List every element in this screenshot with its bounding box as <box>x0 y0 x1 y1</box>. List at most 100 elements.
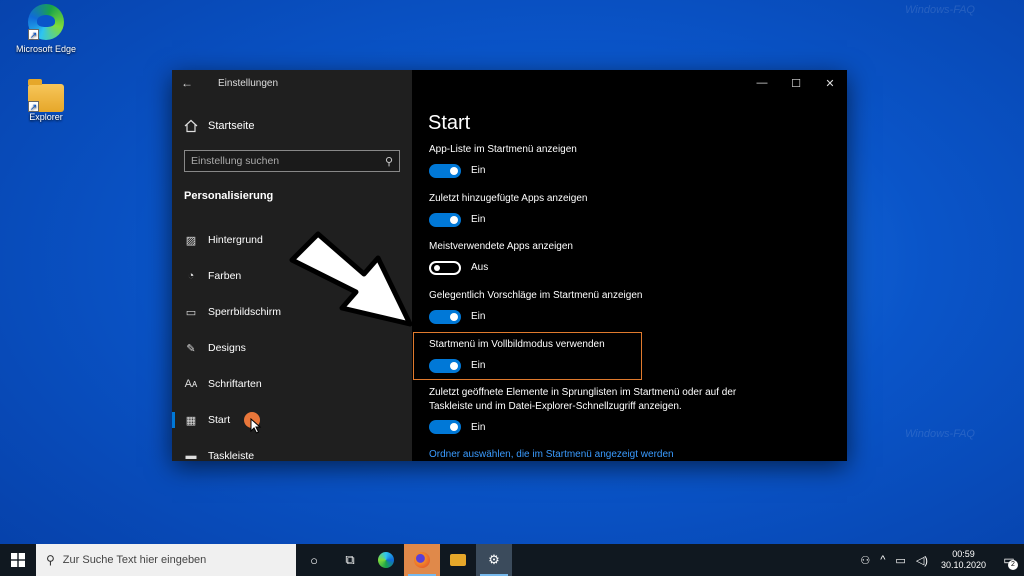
taskbar-search-placeholder: Zur Suche Text hier eingeben <box>62 554 207 566</box>
desktop-icon-label: Explorer <box>29 112 63 122</box>
browser-icon <box>414 552 430 568</box>
chevron-up-icon[interactable]: ^ <box>875 554 890 566</box>
sidebar-item-taskleiste[interactable]: ▬ Taskleiste <box>172 438 412 461</box>
taskbar-icon: ▬ <box>185 450 197 461</box>
taskbar-settings-button[interactable]: ⚙ <box>476 544 512 576</box>
cortana-circle-icon: ○ <box>310 552 318 568</box>
gear-icon: ⚙ <box>488 552 500 567</box>
volume-icon[interactable]: ◁) <box>911 554 933 567</box>
toggle-state: Aus <box>471 262 489 273</box>
system-tray: ⚇ ^ ▭ ◁) 00:59 30.10.2020 ▭ 2 <box>855 544 1024 576</box>
setting-label: Gelegentlich Vorschläge im Startmenü anz… <box>429 290 643 301</box>
task-view-icon: ⧉ <box>345 552 355 567</box>
start-icon: ▦ <box>185 414 197 427</box>
image-icon: ▨ <box>185 234 197 247</box>
toggle-switch[interactable] <box>429 309 461 324</box>
sidebar-item-label: Schriftarten <box>208 378 262 390</box>
minimize-button[interactable]: — <box>745 70 779 96</box>
taskbar-firefox-button[interactable] <box>404 544 440 576</box>
taskbar-edge-button[interactable] <box>368 544 404 576</box>
clock-time: 00:59 <box>952 548 975 559</box>
task-view-button[interactable]: ⧉ <box>332 544 368 576</box>
sidebar-item-schriftarten[interactable]: Aᴀ Schriftarten <box>172 366 412 402</box>
window-title: Einstellungen <box>218 77 279 89</box>
setting-app-list: App-Liste im Startmenü anzeigen Ein <box>429 143 829 178</box>
edge-icon <box>378 552 394 568</box>
people-icon[interactable]: ⚇ <box>855 554 875 567</box>
sidebar-item-label: Start <box>208 414 231 426</box>
cortana-button[interactable]: ○ <box>296 544 332 576</box>
home-label: Startseite <box>208 120 255 132</box>
setting-label: Meistverwendete Apps anzeigen <box>429 241 573 252</box>
shortcut-arrow-icon: ↗ <box>28 29 39 40</box>
toggle-switch[interactable] <box>429 163 461 178</box>
desktop-icon-explorer[interactable]: ↗ Explorer <box>6 79 86 122</box>
clock[interactable]: 00:59 30.10.2020 <box>933 549 994 572</box>
setting-label: Zuletzt geöffnete Elemente in Sprunglist… <box>429 387 737 412</box>
pointer-arrow-icon <box>289 231 413 327</box>
watermark-text: Windows-FAQ <box>905 428 975 440</box>
sidebar-item-designs[interactable]: ✎ Designs <box>172 330 412 366</box>
setting-most-used-apps: Meistverwendete Apps anzeigen Aus <box>429 240 829 275</box>
maximize-button[interactable]: ☐ <box>779 70 813 96</box>
toggle-state: Ein <box>471 165 486 176</box>
search-icon: ⚲ <box>46 553 55 567</box>
watermark-text: Windows-FAQ <box>905 4 975 16</box>
settings-search-input[interactable]: Einstellung suchen ⚲ <box>184 150 400 172</box>
font-icon: Aᴀ <box>184 378 198 390</box>
window-controls: — ☐ ✕ <box>745 70 847 96</box>
back-arrow-icon[interactable]: ← <box>172 76 202 90</box>
folder-icon: ↗ <box>28 79 64 112</box>
sidebar-item-label: Farben <box>208 270 242 282</box>
setting-jump-lists: Zuletzt geöffnete Elemente in Sprunglist… <box>429 386 769 434</box>
sidebar-item-label: Taskleiste <box>208 450 255 461</box>
toggle-switch[interactable] <box>429 420 461 434</box>
search-icon: ⚲ <box>384 155 393 168</box>
clock-date: 30.10.2020 <box>940 560 986 570</box>
setting-label: App-Liste im Startmenü anzeigen <box>429 144 577 155</box>
notification-badge: 2 <box>1008 560 1018 570</box>
setting-fullscreen-start: Startmenü im Vollbildmodus verwenden Ein <box>429 338 829 373</box>
network-icon[interactable]: ▭ <box>890 554 910 567</box>
sidebar-item-home[interactable]: Startseite <box>172 112 412 140</box>
section-title: Personalisierung <box>184 190 274 202</box>
toggle-switch[interactable] <box>429 358 461 373</box>
palette-icon: ◔ <box>187 270 195 282</box>
sidebar-item-label: Designs <box>208 342 246 354</box>
toggle-switch[interactable] <box>429 260 461 275</box>
sidebar-item-start[interactable]: ▦ Start <box>172 402 412 438</box>
taskbar-search-input[interactable]: ⚲ Zur Suche Text hier eingeben <box>36 544 296 576</box>
settings-content: — ☐ ✕ Start App-Liste im Startmenü anzei… <box>412 70 847 461</box>
toggle-state: Ein <box>471 421 486 433</box>
setting-label: Startmenü im Vollbildmodus verwenden <box>429 339 605 350</box>
setting-recent-apps: Zuletzt hinzugefügte Apps anzeigen Ein <box>429 192 829 227</box>
choose-folders-link[interactable]: Ordner auswählen, die im Startmenü angez… <box>429 449 674 460</box>
edge-icon: ↗ <box>28 4 64 40</box>
mouse-cursor-icon <box>250 418 262 434</box>
taskbar-explorer-button[interactable] <box>440 544 476 576</box>
folder-icon <box>450 554 466 566</box>
toggle-state: Ein <box>471 311 486 322</box>
setting-suggestions: Gelegentlich Vorschläge im Startmenü anz… <box>429 289 829 324</box>
windows-logo-icon <box>11 553 25 567</box>
desktop-icon-label: Microsoft Edge <box>15 44 77 54</box>
sidebar-item-label: Hintergrund <box>208 234 263 246</box>
settings-window: ← Einstellungen Startseite Einstellung s… <box>172 70 847 461</box>
toggle-switch[interactable] <box>429 212 461 227</box>
home-icon <box>184 119 198 133</box>
notification-center-button[interactable]: ▭ 2 <box>994 544 1024 576</box>
lock-screen-icon: ▭ <box>185 306 197 319</box>
close-button[interactable]: ✕ <box>813 70 847 96</box>
setting-label: Zuletzt hinzugefügte Apps anzeigen <box>429 193 588 204</box>
sidebar-item-label: Sperrbildschirm <box>208 306 281 318</box>
taskbar: ⚲ Zur Suche Text hier eingeben ○ ⧉ ⚙ ⚇ ^… <box>0 544 1024 576</box>
toggle-state: Ein <box>471 360 486 371</box>
search-placeholder: Einstellung suchen <box>191 155 280 167</box>
shortcut-arrow-icon: ↗ <box>28 101 39 112</box>
title-bar: ← Einstellungen <box>172 70 412 96</box>
toggle-state: Ein <box>471 214 486 225</box>
desktop-icon-edge[interactable]: ↗ Microsoft Edge <box>6 4 86 54</box>
brush-icon: ✎ <box>186 342 196 355</box>
page-title: Start <box>428 112 471 134</box>
start-button[interactable] <box>0 544 36 576</box>
